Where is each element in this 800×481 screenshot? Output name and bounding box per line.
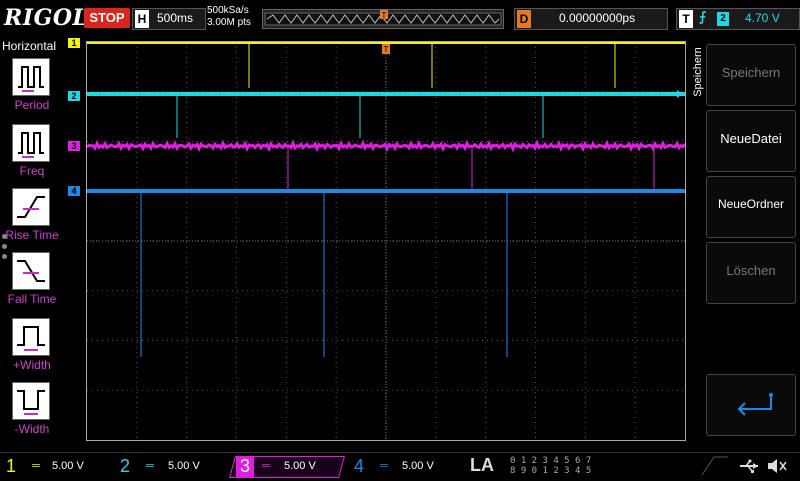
- channel-scale: 5.00 V: [284, 460, 316, 472]
- sample-rate: 500kSa/s: [207, 5, 249, 16]
- channel-scale: 5.00 V: [52, 460, 84, 472]
- acquisition-info: 500kSa/s 3.00M pts: [207, 5, 251, 29]
- timebase-value: 500ms: [157, 11, 194, 25]
- la-row-2: 8 9 0 1 2 3 4 5: [510, 466, 592, 476]
- delay-box[interactable]: D 0.00000000ps: [514, 8, 668, 30]
- fall-time-icon: [12, 252, 50, 290]
- channel-number: 3: [236, 456, 254, 477]
- button-label: NeueDatei: [720, 131, 782, 146]
- neue-ordner-button[interactable]: NeueOrdner: [706, 176, 796, 238]
- timebase-box[interactable]: H 500ms: [132, 8, 206, 30]
- loeschen-button[interactable]: Löschen: [706, 242, 796, 304]
- waveform-display[interactable]: T: [86, 41, 686, 441]
- svg-text:T: T: [382, 11, 387, 20]
- ch1-marker[interactable]: 1: [68, 38, 80, 48]
- trigger-position-bar[interactable]: T: [262, 9, 504, 29]
- delay-value: 0.00000000ps: [559, 11, 636, 25]
- rigol-logo: RIGOL: [4, 5, 89, 31]
- measure-negative-width[interactable]: -Width: [0, 382, 64, 444]
- memory-depth: 3.00M pts: [207, 17, 251, 28]
- channel-number: 4: [354, 456, 365, 476]
- ch4-marker[interactable]: 4: [68, 186, 80, 196]
- la-row-1: 0 1 2 3 4 5 6 7: [510, 456, 592, 466]
- run-stop-status[interactable]: STOP: [84, 8, 130, 28]
- trigger-badge: T: [679, 10, 693, 28]
- measure-label: +Width: [13, 358, 51, 372]
- dc-coupling-icon: ═: [380, 460, 388, 472]
- enter-return-icon: [737, 393, 773, 416]
- ch2-marker[interactable]: 2: [68, 91, 80, 101]
- enter-button[interactable]: [706, 374, 796, 436]
- speichern-button[interactable]: Speichern: [706, 44, 796, 106]
- measure-label: Freq: [19, 164, 45, 178]
- measure-freq[interactable]: Freq: [0, 124, 64, 186]
- button-label: NeueOrdner: [717, 197, 785, 211]
- trigger-position-label: T: [384, 45, 389, 54]
- freq-icon: [12, 124, 50, 162]
- ch3-status[interactable]: 3 ═ 5.00 V: [229, 456, 345, 478]
- period-icon: [12, 58, 50, 96]
- ch3-marker[interactable]: 3: [68, 141, 80, 151]
- measure-label: Fall Time: [7, 292, 57, 306]
- channel-scale: 5.00 V: [402, 460, 434, 472]
- trigger-box[interactable]: T ⨍ 2 4.70 V: [676, 8, 800, 30]
- dc-coupling-icon: ═: [146, 460, 154, 472]
- measure-positive-width[interactable]: +Width: [0, 318, 64, 380]
- trigger-marker-icon: T: [380, 10, 388, 20]
- channel-number: 1: [6, 456, 17, 476]
- channel-scale: 5.00 V: [168, 460, 200, 472]
- horizontal-measure-panel: Horizontal Period Freq Rise Time Fall Ti…: [0, 38, 64, 452]
- delay-badge: D: [517, 10, 531, 28]
- button-label: Speichern: [721, 65, 781, 80]
- trigger-source: 2: [717, 12, 729, 26]
- channel-number: 2: [120, 456, 131, 476]
- measure-fall-time[interactable]: Fall Time: [0, 252, 64, 314]
- button-label: Löschen: [726, 263, 776, 278]
- dc-coupling-icon: ═: [32, 460, 40, 472]
- menu-side-title-text: Speichern: [692, 47, 704, 97]
- trigger-level-marker-icon: [677, 90, 683, 98]
- usb-icon: [738, 456, 760, 476]
- logic-analyzer-label[interactable]: LA: [470, 455, 494, 476]
- ch1-status[interactable]: 1 ═ 5.00 V: [0, 456, 112, 478]
- dc-coupling-icon: ═: [262, 460, 270, 472]
- horizontal-badge: H: [135, 10, 149, 28]
- measure-period[interactable]: Period: [0, 58, 64, 120]
- ch3-trace: [87, 139, 685, 153]
- measure-rise-time[interactable]: Rise Time: [0, 188, 64, 250]
- logic-channel-grid: 0 1 2 3 4 5 6 7 8 9 0 1 2 3 4 5: [510, 456, 596, 478]
- ch2-status[interactable]: 2 ═ 5.00 V: [116, 456, 228, 478]
- bar-divider: [700, 455, 730, 477]
- measure-label: Period: [14, 98, 50, 112]
- neue-datei-button[interactable]: NeueDatei: [706, 110, 796, 172]
- ch4-status[interactable]: 4 ═ 5.00 V: [350, 456, 462, 478]
- negative-width-icon: [12, 382, 50, 420]
- rising-edge-icon: ⨍: [699, 10, 707, 25]
- menu-side-title: Speichern: [687, 42, 705, 112]
- speaker-muted-icon[interactable]: [766, 456, 788, 476]
- panel-title: Horizontal: [2, 39, 57, 53]
- positive-width-icon: [12, 318, 50, 356]
- measure-label: Rise Time: [5, 228, 59, 242]
- measure-label: -Width: [14, 422, 50, 436]
- trigger-level: 4.70 V: [745, 11, 780, 25]
- rise-time-icon: [12, 188, 50, 226]
